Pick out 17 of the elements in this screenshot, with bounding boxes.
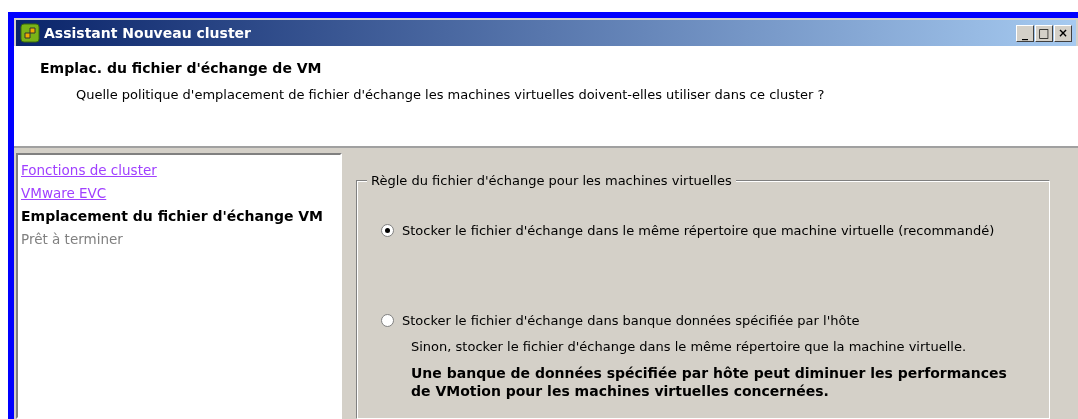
close-button[interactable]: ×: [1054, 24, 1072, 42]
wizard-step: Prêt à terminer: [21, 228, 337, 251]
radio-button[interactable]: [381, 313, 394, 327]
wizard-step[interactable]: VMware EVC: [21, 182, 337, 205]
maximize-button[interactable]: □: [1035, 24, 1053, 42]
app-logo-icon: [20, 23, 40, 43]
page-description: Quelle politique d'emplacement de fichier d'échange les machines virtuelles doivent-elles utiliser dans ce cluster ?: [75, 86, 826, 104]
warning-text: Une banque de données spécifiée par hôte peut diminuer les performances de VMotion pour les machines virtuelles concernées.: [410, 363, 1008, 400]
radio-label[interactable]: Stocker le fichier d'échange dans le même répertoire que machine virtuelle (recommandé): [402, 221, 995, 241]
option-note: Sinon, stocker le fichier d'échange dans le même répertoire que la machine virtuelle.: [410, 338, 967, 356]
radio-button[interactable]: [381, 224, 394, 238]
minimize-button[interactable]: _: [1016, 24, 1034, 42]
radio-label[interactable]: Stocker le fichier d'échange dans banque données spécifiée par l'hôte: [402, 310, 860, 330]
wizard-step[interactable]: Fonctions de cluster: [21, 159, 337, 182]
wizard-step: Emplacement du fichier d'échange VM: [21, 205, 337, 228]
page-heading: Emplac. du fichier d'échange de VM: [40, 59, 323, 78]
window-title: Assistant Nouveau cluster: [44, 23, 252, 43]
